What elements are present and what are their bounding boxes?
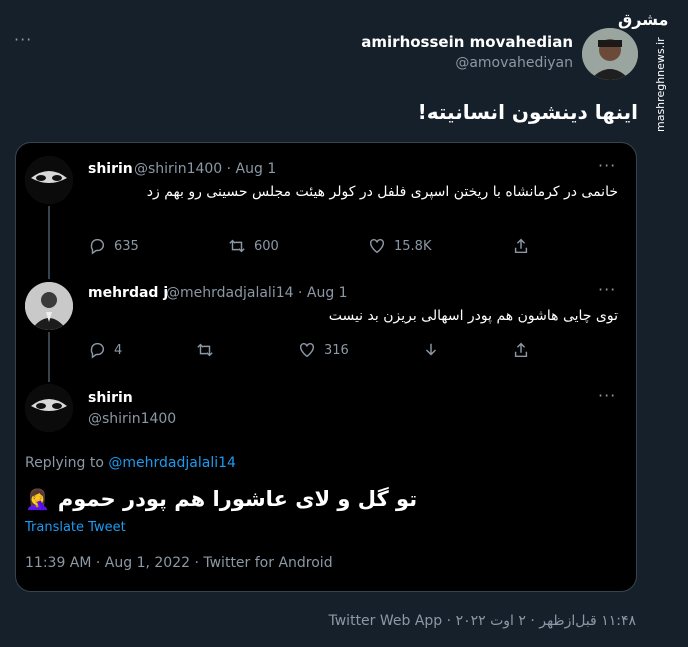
tweet1-share-button[interactable] <box>512 237 530 255</box>
tweet2-reply-count: 4 <box>114 342 123 358</box>
more-options-icon[interactable]: ··· <box>14 30 32 49</box>
shirin-avatar[interactable] <box>25 156 73 204</box>
facepalm-emoji: 🤦‍♀️ <box>25 487 50 511</box>
tweet1-retweet-button[interactable]: 600 <box>228 237 279 255</box>
tweet1-reply-button[interactable]: 635 <box>88 237 139 255</box>
thread-line <box>48 332 50 382</box>
retweet-icon <box>229 239 245 253</box>
tweet3-handle[interactable]: @shirin1400 <box>88 411 176 427</box>
reply-icon <box>90 238 104 255</box>
replying-to-line: Replying to @mehrdadjalali14 <box>25 455 236 471</box>
tweet2-like-button[interactable]: 316 <box>298 341 349 359</box>
watermark-logo: مشرق <box>618 10 669 29</box>
download-arrow-icon <box>425 343 437 356</box>
shirin-avatar[interactable] <box>25 384 73 432</box>
tweet2-name[interactable]: mehrdad j <box>88 285 168 301</box>
tweet1-like-count: 15.8K <box>394 238 432 254</box>
tweet2-retweet-button[interactable] <box>196 341 214 359</box>
replying-to-prefix: Replying to <box>25 455 104 471</box>
tweet3-text: تو گل و لای عاشورا هم پودر حموم <box>57 487 418 511</box>
reply-icon <box>90 342 104 359</box>
share-icon <box>514 342 528 358</box>
tweet-timestamp[interactable]: ۱۱:۴۸ قبل‌ازظهر · ۲ اوت ۲۰۲۲ · Twitter W… <box>329 613 637 629</box>
heart-icon <box>299 342 315 358</box>
tweet2-download-button[interactable] <box>422 341 440 359</box>
tweet3-more-icon[interactable]: ··· <box>598 386 616 405</box>
tweet2-meta[interactable]: @mehrdadjalali14 · Aug 1 <box>166 285 348 301</box>
tweet-text: اینها دینشون انسانیته! <box>417 100 638 124</box>
translate-tweet-link[interactable]: Translate Tweet <box>25 520 126 535</box>
tweet3-name[interactable]: shirin <box>88 390 133 406</box>
tweet2-reply-button[interactable]: 4 <box>88 341 122 359</box>
share-icon <box>514 238 528 254</box>
author-avatar[interactable] <box>582 28 638 80</box>
mehrdad-avatar[interactable] <box>25 282 73 330</box>
replying-to-link[interactable]: @mehrdadjalali14 <box>108 455 236 471</box>
tweet2-share-button[interactable] <box>512 341 530 359</box>
tweet2-like-count: 316 <box>324 342 349 358</box>
tweet1-more-icon[interactable]: ··· <box>598 156 616 175</box>
watermark-url: mashreghnews.ir <box>654 37 667 132</box>
tweet1-name[interactable]: shirin <box>88 161 133 177</box>
tweet1-text: خانمی در کرمانشاه با ریختن اسپری فلفل در… <box>146 184 618 200</box>
tweet1-retweet-count: 600 <box>254 238 279 254</box>
retweet-icon <box>197 343 213 357</box>
tweet1-like-button[interactable]: 15.8K <box>368 237 431 255</box>
tweet1-reply-count: 635 <box>114 238 139 254</box>
tweet1-meta[interactable]: @shirin1400 · Aug 1 <box>134 161 276 177</box>
heart-icon <box>369 238 385 254</box>
tweet3-text-row: تو گل و لای عاشورا هم پودر حموم 🤦‍♀️ <box>25 487 620 511</box>
thread-line <box>48 206 50 279</box>
tweet3-timestamp[interactable]: 11:39 AM · Aug 1, 2022 · Twitter for And… <box>25 555 333 571</box>
tweet2-more-icon[interactable]: ··· <box>598 280 616 299</box>
author-handle[interactable]: @amovahediyan <box>455 55 573 71</box>
tweet2-text: توی چایی هاشون هم پودر اسهالی بریزن بد ن… <box>328 308 618 324</box>
author-display-name[interactable]: amirhossein movahedian <box>361 33 573 51</box>
